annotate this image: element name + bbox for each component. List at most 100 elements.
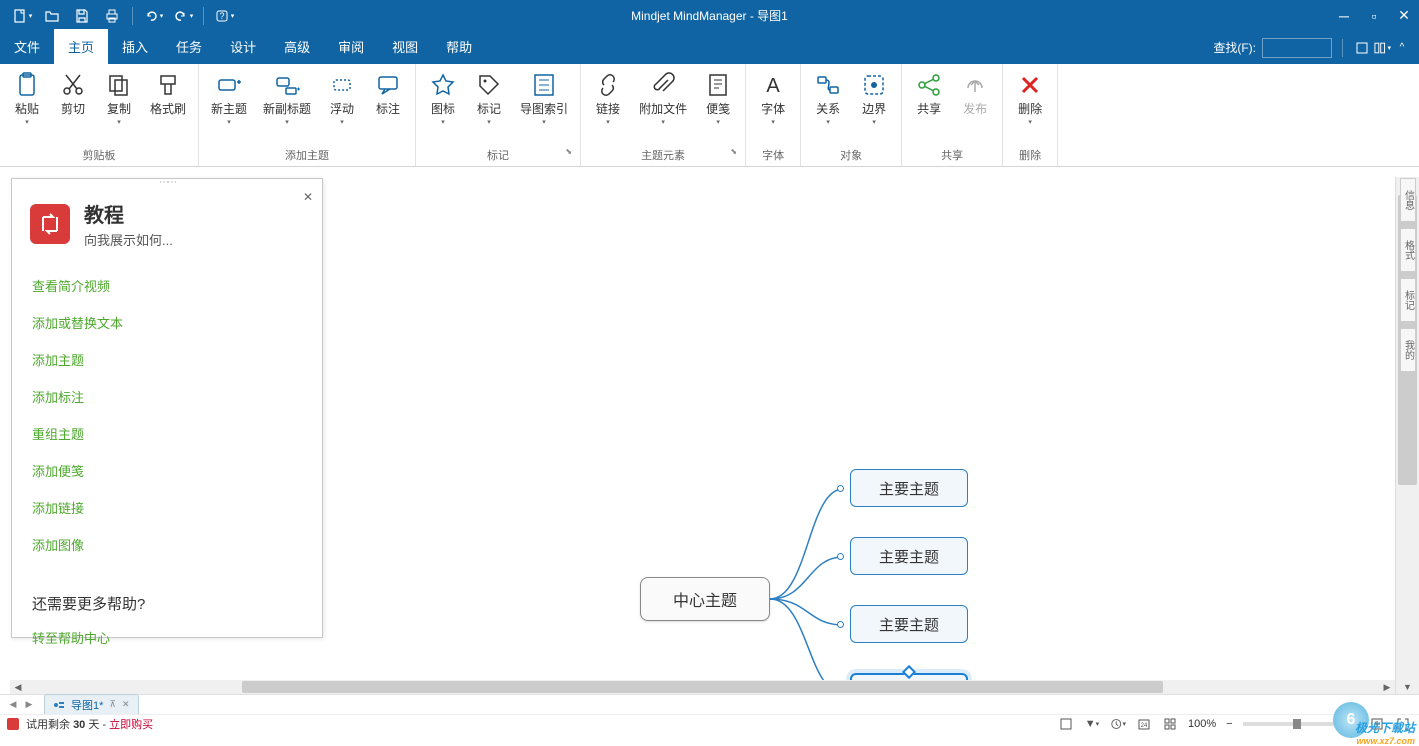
tutorial-link-1[interactable]: 添加或替换文本 <box>32 304 302 341</box>
new-file-button[interactable]: ▾ <box>8 4 36 28</box>
ribbon-label: 格式刷 <box>150 102 186 116</box>
ribbon-notes-button[interactable]: 便笺▾ <box>697 68 739 130</box>
layout-icon[interactable]: ▾ <box>1373 39 1391 57</box>
doctab-close-icon[interactable]: ✕ <box>122 699 130 710</box>
ribbon-label: 浮动 <box>330 102 354 116</box>
ribbon-share-button[interactable]: 共享 <box>908 68 950 120</box>
doctab-scroll-right[interactable]: ▶ <box>22 698 36 712</box>
maximize-button[interactable]: ▫ <box>1359 0 1389 31</box>
calendar-icon[interactable]: 24 <box>1136 716 1152 732</box>
ribbon-label: 导图索引 <box>520 102 568 116</box>
doctab-label: 导图1* <box>71 697 103 713</box>
paste-icon <box>14 72 40 98</box>
ribbon-relation-button[interactable]: 关系▾ <box>807 68 849 130</box>
tutorial-link-7[interactable]: 添加图像 <box>32 526 302 563</box>
ribbon-group-label: 删除 <box>1009 143 1051 166</box>
sub-topic-0[interactable]: 主要主题 <box>850 469 968 507</box>
sub-topic-1[interactable]: 主要主题 <box>850 537 968 575</box>
find-input[interactable] <box>1262 38 1332 58</box>
side-tab-2[interactable]: 标记 <box>1400 278 1416 322</box>
clock-icon[interactable]: ▾ <box>1110 716 1126 732</box>
tutorial-help-title: 还需要更多帮助? <box>12 571 322 618</box>
menu-tab-6[interactable]: 审阅 <box>324 29 378 64</box>
tag-icon <box>476 72 502 98</box>
sub-topic-2[interactable]: 主要主题 <box>850 605 968 643</box>
connector-dot <box>837 553 844 560</box>
menu-tab-0[interactable]: 文件 <box>0 29 54 64</box>
doctab-scroll-left[interactable]: ◀ <box>6 698 20 712</box>
hscroll-thumb[interactable] <box>242 681 1162 693</box>
filter-icon[interactable]: ▼▾ <box>1084 716 1100 732</box>
tutorial-link-0[interactable]: 查看简介视频 <box>32 267 302 304</box>
open-file-button[interactable] <box>38 4 66 28</box>
tutorial-link-3[interactable]: 添加标注 <box>32 378 302 415</box>
ribbon-label: 附加文件 <box>639 102 687 116</box>
ribbon-font-button[interactable]: A字体▾ <box>752 68 794 130</box>
ribbon-label: 图标 <box>431 102 455 116</box>
app-icon <box>6 717 20 731</box>
help-button[interactable]: ?▾ <box>210 4 238 28</box>
menu-tab-4[interactable]: 设计 <box>216 29 270 64</box>
panel-close-button[interactable]: ✕ <box>300 189 316 205</box>
tutorial-help-link[interactable]: 转至帮助中心 <box>12 618 322 657</box>
ribbon-callout-button[interactable]: 标注 <box>367 68 409 120</box>
ribbon-icon-button[interactable]: 图标▾ <box>422 68 464 130</box>
menu-tab-2[interactable]: 插入 <box>108 29 162 64</box>
ribbon-new-topic-button[interactable]: 新主题▾ <box>205 68 253 130</box>
ribbon-paste-button[interactable]: 粘贴▾ <box>6 68 48 130</box>
center-topic[interactable]: 中心主题 <box>640 577 770 621</box>
print-button[interactable] <box>98 4 126 28</box>
ribbon-copy-button[interactable]: 复制▾ <box>98 68 140 130</box>
ribbon-new-subtopic-button[interactable]: 新副标题▾ <box>257 68 317 130</box>
scroll-left-arrow[interactable]: ◀ <box>10 682 26 693</box>
grid-icon[interactable] <box>1162 716 1178 732</box>
buy-now-link[interactable]: 立即购买 <box>109 719 153 731</box>
minimize-button[interactable]: ─ <box>1329 0 1359 31</box>
ribbon-group-添加主题: 新主题▾新副标题▾浮动▾标注添加主题 <box>199 64 416 166</box>
tutorial-title: 教程 <box>84 199 173 228</box>
side-tab-1[interactable]: 格式 <box>1400 228 1416 272</box>
ribbon-link-button[interactable]: 链接▾ <box>587 68 629 130</box>
tutorial-link-2[interactable]: 添加主题 <box>32 341 302 378</box>
watermark: 极光下载站 www.xz7.com <box>1355 719 1415 746</box>
menu-right: 查找(F): ▾ ^ <box>1213 31 1411 64</box>
save-button[interactable] <box>68 4 96 28</box>
ribbon-group-删除: 删除▾ 删除 <box>1003 64 1058 166</box>
zoom-out-button[interactable]: − <box>1226 718 1232 730</box>
ribbon-attach-button[interactable]: 附加文件▾ <box>633 68 693 130</box>
document-tab[interactable]: 导图1* ⊼ ✕ <box>44 694 139 716</box>
tutorial-link-6[interactable]: 添加链接 <box>32 489 302 526</box>
ribbon-cut-button[interactable]: 剪切 <box>52 68 94 120</box>
zoom-slider[interactable] <box>1243 722 1343 726</box>
ribbon-boundary-button[interactable]: 边界▾ <box>853 68 895 130</box>
close-window-button[interactable]: ✕ <box>1389 0 1419 31</box>
connector-dot <box>837 485 844 492</box>
menu-tab-1[interactable]: 主页 <box>54 29 108 64</box>
ribbon-tag-button[interactable]: 标记▾ <box>468 68 510 130</box>
svg-text:24: 24 <box>1141 723 1148 729</box>
horizontal-scrollbar[interactable]: ◀ ▶ <box>10 680 1395 694</box>
menu-tab-5[interactable]: 高级 <box>270 29 324 64</box>
ribbon-publish-button[interactable]: 发布 <box>954 68 996 120</box>
redo-button[interactable]: ▾ <box>169 4 197 28</box>
tutorial-link-4[interactable]: 重组主题 <box>32 415 302 452</box>
tutorial-links: 查看简介视频添加或替换文本添加主题添加标注重组主题添加便笺添加链接添加图像 <box>12 259 322 571</box>
book-icon[interactable] <box>1353 39 1371 57</box>
ribbon-floating-button[interactable]: 浮动▾ <box>321 68 363 130</box>
tutorial-link-5[interactable]: 添加便笺 <box>32 452 302 489</box>
ribbon-format-painter-button[interactable]: 格式刷 <box>144 68 192 120</box>
menu-tab-3[interactable]: 任务 <box>162 29 216 64</box>
ribbon-map-index-button[interactable]: 导图索引▾ <box>514 68 574 130</box>
view-mode-icon[interactable] <box>1058 716 1074 732</box>
pin-icon[interactable]: ⊼ <box>109 699 116 710</box>
ribbon-label: 关系 <box>816 102 840 116</box>
side-tab-0[interactable]: 信息 <box>1400 178 1416 222</box>
side-tab-3[interactable]: 我的 <box>1400 328 1416 372</box>
scroll-right-arrow[interactable]: ▶ <box>1379 682 1395 693</box>
menu-tab-7[interactable]: 视图 <box>378 29 432 64</box>
menu-tab-8[interactable]: 帮助 <box>432 29 486 64</box>
collapse-ribbon-icon[interactable]: ^ <box>1393 39 1411 57</box>
ribbon-delete-button[interactable]: 删除▾ <box>1009 68 1051 130</box>
undo-button[interactable]: ▾ <box>139 4 167 28</box>
ribbon-label: 字体 <box>761 102 785 116</box>
